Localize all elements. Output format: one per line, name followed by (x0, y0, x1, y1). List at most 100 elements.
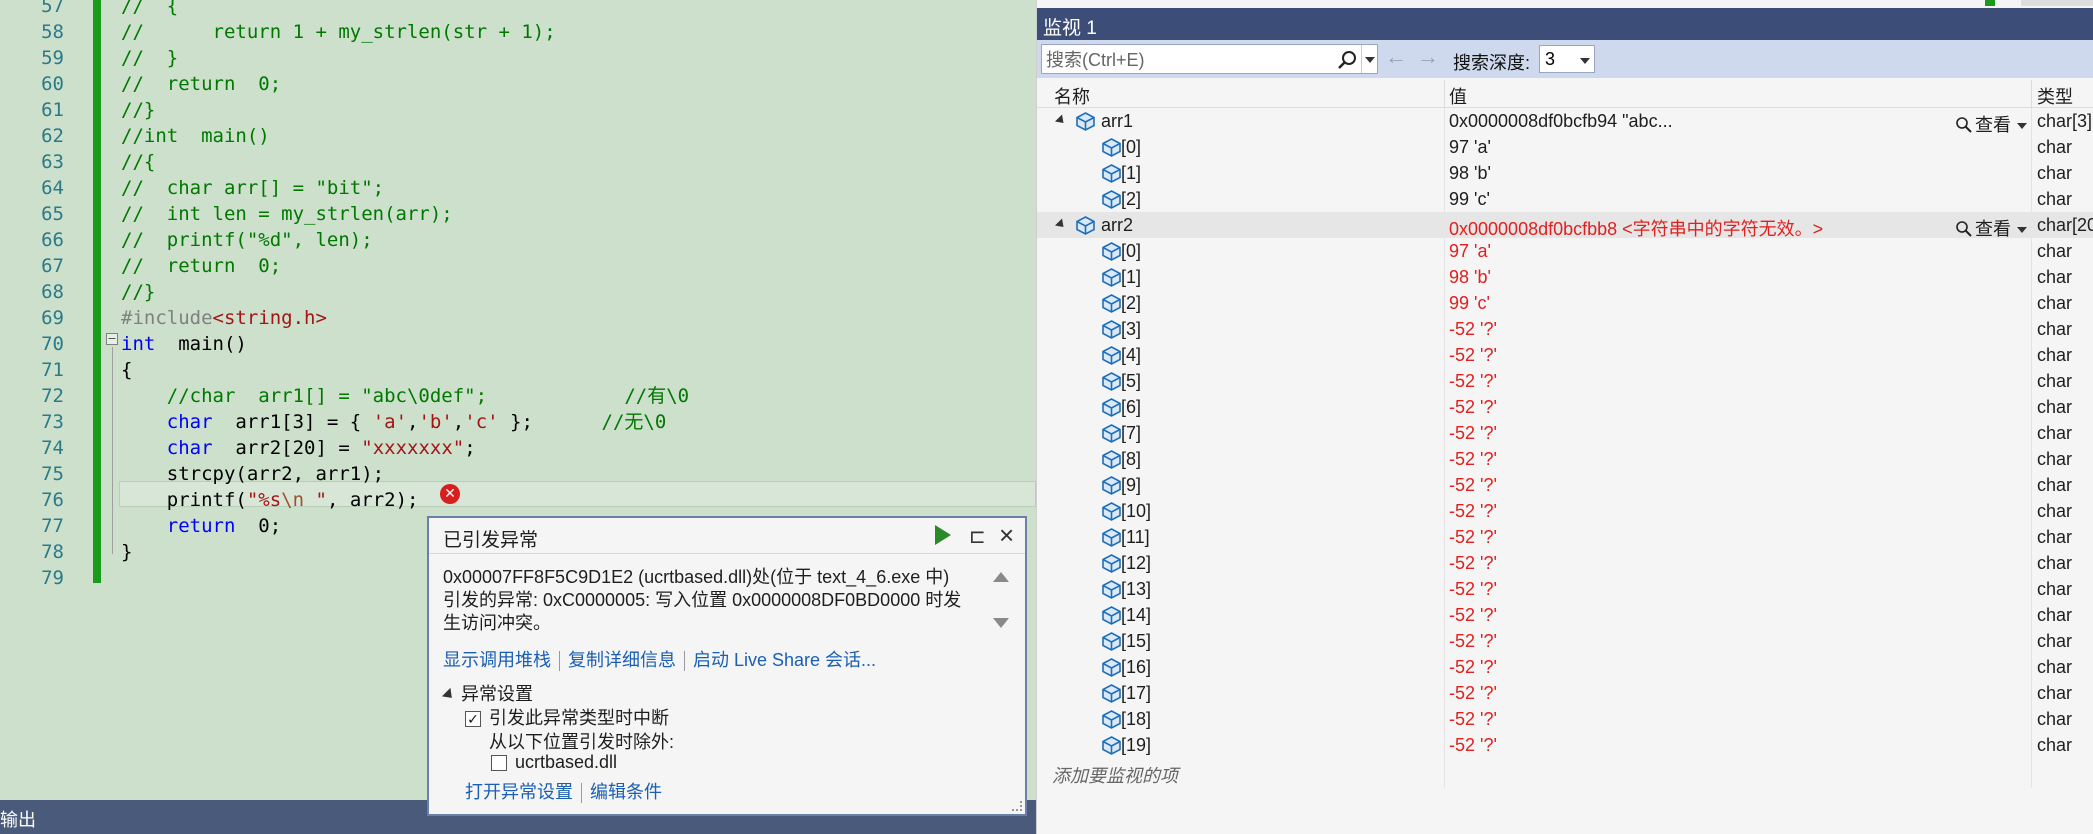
column-value[interactable]: 值 (1449, 83, 1467, 109)
close-icon[interactable]: × (999, 520, 1014, 551)
watch-value[interactable]: 98 'b' (1449, 267, 1491, 288)
code-line[interactable]: //{ (121, 149, 155, 175)
expand-triangle-icon[interactable] (441, 688, 457, 703)
watch-value[interactable]: -52 '?' (1449, 553, 1497, 574)
watch-value[interactable]: -52 '?' (1449, 579, 1497, 600)
watch-row[interactable]: arr2 0x0000008df0bcfbb8 <字符串中的字符无效。> 查看 cha… (1037, 212, 2093, 239)
watch-value[interactable]: -52 '?' (1449, 657, 1497, 678)
watch-value[interactable]: 98 'b' (1449, 163, 1491, 184)
expand-arrow-icon[interactable] (1054, 114, 1068, 127)
watch-value[interactable]: -52 '?' (1449, 683, 1497, 704)
code-line[interactable]: char arr2[20] = "xxxxxxx"; (121, 435, 476, 461)
watch-row[interactable]: [16] -52 '?' char (1037, 654, 2093, 680)
column-divider[interactable] (1444, 80, 1445, 107)
code-line[interactable]: // int len = my_strlen(arr); (121, 201, 453, 227)
watch-row[interactable]: [15] -52 '?' char (1037, 628, 2093, 654)
watch-value[interactable]: -52 '?' (1449, 527, 1497, 548)
watch-row[interactable]: [14] -52 '?' char (1037, 602, 2093, 628)
code-line[interactable]: { (121, 357, 132, 383)
watch-row[interactable]: [3] -52 '?' char (1037, 316, 2093, 342)
code-line[interactable]: // { (121, 0, 178, 19)
watch-row[interactable]: [8] -52 '?' char (1037, 446, 2093, 472)
code-line[interactable]: strcpy(arr2, arr1); (121, 461, 384, 487)
code-line[interactable]: int main() (121, 331, 247, 357)
code-line[interactable]: // } (121, 45, 178, 71)
code-line[interactable]: printf("%s\n ", arr2); (121, 487, 419, 513)
watch-value[interactable]: -52 '?' (1449, 735, 1497, 756)
watch-value[interactable]: 99 'c' (1449, 189, 1490, 210)
code-line[interactable]: //} (121, 279, 155, 305)
search-dropdown-icon[interactable] (1361, 45, 1377, 73)
watch-row[interactable]: [7] -52 '?' char (1037, 420, 2093, 446)
watch-row[interactable]: [0] 97 'a' char (1037, 238, 2093, 264)
scroll-up-icon[interactable] (993, 572, 1009, 582)
open-exception-settings-link[interactable]: 打开异常设置 (465, 782, 573, 802)
watch-row[interactable]: [5] -52 '?' char (1037, 368, 2093, 394)
watch-row[interactable]: [2] 99 'c' char (1037, 186, 2093, 212)
watch-value[interactable]: 99 'c' (1449, 293, 1490, 314)
scroll-down-icon[interactable] (993, 618, 1009, 628)
column-name[interactable]: 名称 (1054, 83, 1090, 109)
dll-option[interactable]: ucrtbased.dll (491, 752, 617, 773)
watch-value[interactable]: -52 '?' (1449, 475, 1497, 496)
code-line[interactable]: // return 0; (121, 71, 281, 97)
expand-arrow-icon[interactable] (1054, 218, 1068, 231)
code-line[interactable]: //char arr1[] = "abc\0def"; //有\0 (121, 383, 689, 409)
watch-row[interactable]: [4] -52 '?' char (1037, 342, 2093, 368)
live-share-link[interactable]: 启动 Live Share 会话... (693, 650, 876, 670)
watch-row[interactable]: [18] -52 '?' char (1037, 706, 2093, 732)
code-line[interactable]: // return 1 + my_strlen(str + 1); (121, 19, 556, 45)
code-line[interactable]: // return 0; (121, 253, 281, 279)
code-line[interactable]: //} (121, 97, 155, 123)
resize-grip-icon[interactable] (1012, 801, 1022, 811)
continue-icon[interactable] (935, 525, 951, 545)
watch-title-bar[interactable]: 监视 1 (1037, 8, 2093, 40)
watch-value[interactable]: -52 '?' (1449, 345, 1497, 366)
code-line[interactable]: return 0; (121, 513, 281, 539)
edit-conditions-link[interactable]: 编辑条件 (590, 782, 662, 802)
watch-row[interactable]: [0] 97 'a' char (1037, 134, 2093, 160)
column-divider[interactable] (2031, 80, 2032, 107)
watch-value[interactable]: 97 'a' (1449, 241, 1491, 262)
code-line[interactable]: // printf("%d", len); (121, 227, 373, 253)
search-input[interactable] (1046, 48, 1336, 72)
watch-window[interactable]: 监视 1 ← → 搜索深度: 3 名称 值 类型 arr1 0x0000008df… (1036, 0, 2093, 834)
watch-row[interactable]: [1] 98 'b' char (1037, 264, 2093, 290)
error-icon[interactable]: ✕ (440, 484, 460, 504)
column-type[interactable]: 类型 (2037, 83, 2073, 109)
message-scrollbar[interactable] (989, 568, 1013, 634)
watch-row[interactable]: [6] -52 '?' char (1037, 394, 2093, 420)
collapse-icon[interactable]: − (106, 333, 118, 345)
code-line[interactable]: #include<string.h> (121, 305, 327, 331)
break-checkbox[interactable]: ✓ (465, 711, 481, 728)
watch-value[interactable]: -52 '?' (1449, 319, 1497, 340)
watch-row[interactable]: [9] -52 '?' char (1037, 472, 2093, 498)
copy-details-link[interactable]: 复制详细信息 (568, 650, 676, 670)
back-arrow-icon[interactable]: ← (1385, 44, 1407, 70)
watch-value[interactable]: -52 '?' (1449, 423, 1497, 444)
code-line[interactable]: } (121, 539, 132, 565)
code-line[interactable]: //int main() (121, 123, 270, 149)
watch-value[interactable]: -52 '?' (1449, 371, 1497, 392)
watch-row[interactable]: [10] -52 '?' char (1037, 498, 2093, 524)
search-icon[interactable] (1336, 49, 1358, 71)
watch-value[interactable]: -52 '?' (1449, 501, 1497, 522)
watch-row[interactable]: [2] 99 'c' char (1037, 290, 2093, 316)
code-line[interactable]: // char arr[] = "bit"; (121, 175, 384, 201)
watch-value[interactable]: -52 '?' (1449, 631, 1497, 652)
watch-row[interactable]: [1] 98 'b' char (1037, 160, 2093, 186)
break-on-throw-option[interactable]: ✓ 引发此异常类型时中断 (465, 704, 669, 730)
search-depth-select[interactable]: 3 (1539, 45, 1595, 73)
forward-arrow-icon[interactable]: → (1417, 44, 1439, 70)
watch-value[interactable]: -52 '?' (1449, 449, 1497, 470)
watch-row[interactable]: [12] -52 '?' char (1037, 550, 2093, 576)
watch-row[interactable]: [17] -52 '?' char (1037, 680, 2093, 706)
watch-value[interactable]: 0x0000008df0bcfb94 "abc... (1449, 111, 1673, 132)
watch-value[interactable]: -52 '?' (1449, 605, 1497, 626)
pin-icon[interactable]: ⊏ (969, 524, 986, 549)
watch-row[interactable]: [11] -52 '?' char (1037, 524, 2093, 550)
watch-row[interactable]: arr1 0x0000008df0bcfb94 "abc... 查看 char[3] (1037, 108, 2093, 135)
code-line[interactable]: char arr1[3] = { 'a','b','c' }; //无\0 (121, 409, 667, 435)
watch-value[interactable]: -52 '?' (1449, 397, 1497, 418)
watch-value[interactable]: 97 'a' (1449, 137, 1491, 158)
